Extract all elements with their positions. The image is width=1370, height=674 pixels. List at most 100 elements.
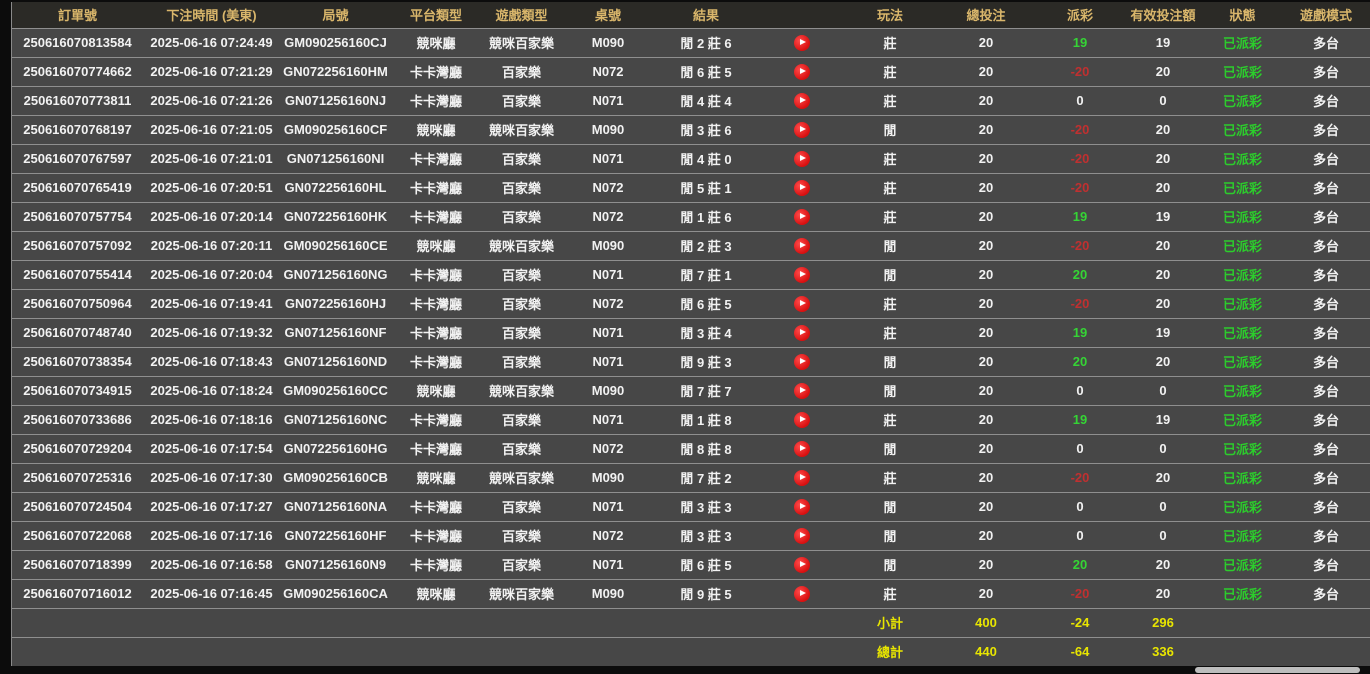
cell-total_bet: 20 — [935, 86, 1037, 115]
cell-mode: 多台 — [1282, 347, 1370, 376]
summary-valid_bet: 296 — [1123, 608, 1203, 637]
cell-valid_bet: 0 — [1123, 521, 1203, 550]
cell-order_id: 250616070722068 — [12, 521, 143, 550]
cell-total_bet: 20 — [935, 57, 1037, 86]
cell-result: 閒 7 莊 7 — [654, 376, 758, 405]
cell-platform: 卡卡灣廳 — [391, 260, 481, 289]
replay-play-icon[interactable] — [794, 557, 810, 573]
replay-play-icon[interactable] — [794, 35, 810, 51]
cell-platform: 卡卡灣廳 — [391, 347, 481, 376]
cell-total_bet: 20 — [935, 260, 1037, 289]
cell-result: 閒 5 莊 1 — [654, 173, 758, 202]
cell-replay — [758, 318, 845, 347]
cell-payout: -20 — [1037, 57, 1123, 86]
replay-play-icon[interactable] — [794, 93, 810, 109]
cell-play: 莊 — [845, 28, 935, 57]
cell-mode: 多台 — [1282, 521, 1370, 550]
replay-play-icon[interactable] — [794, 180, 810, 196]
col-header-mode: 遊戲模式 — [1282, 2, 1370, 28]
replay-play-icon[interactable] — [794, 383, 810, 399]
cell-game_type: 百家樂 — [481, 57, 562, 86]
cell-replay — [758, 28, 845, 57]
replay-play-icon[interactable] — [794, 296, 810, 312]
cell-game_type: 競咪百家樂 — [481, 28, 562, 57]
cell-table_no: N072 — [562, 434, 654, 463]
cell-round_id: GN072256160HJ — [280, 289, 391, 318]
cell-play: 莊 — [845, 463, 935, 492]
replay-play-icon[interactable] — [794, 528, 810, 544]
table-row: 2506160707675972025-06-16 07:21:01GN0712… — [12, 144, 1370, 173]
replay-play-icon[interactable] — [794, 499, 810, 515]
bet-records-panel: 訂單號下注時間 (美東)局號平台類型遊戲類型桌號結果玩法總投注派彩有效投注額狀態… — [11, 2, 1370, 666]
cell-round_id: GN072256160HM — [280, 57, 391, 86]
table-row: 2506160707292042025-06-16 07:17:54GN0722… — [12, 434, 1370, 463]
cell-replay — [758, 57, 845, 86]
replay-play-icon[interactable] — [794, 354, 810, 370]
cell-status: 已派彩 — [1203, 289, 1282, 318]
cell-payout: 19 — [1037, 28, 1123, 57]
replay-play-icon[interactable] — [794, 238, 810, 254]
cell-payout: -20 — [1037, 144, 1123, 173]
replay-play-icon[interactable] — [794, 64, 810, 80]
summary-empty-cell — [481, 637, 562, 666]
cell-replay — [758, 202, 845, 231]
cell-platform: 競咪廳 — [391, 376, 481, 405]
cell-game_type: 競咪百家樂 — [481, 579, 562, 608]
cell-total_bet: 20 — [935, 289, 1037, 318]
cell-status: 已派彩 — [1203, 86, 1282, 115]
summary-empty-cell — [280, 608, 391, 637]
cell-valid_bet: 20 — [1123, 173, 1203, 202]
cell-replay — [758, 376, 845, 405]
table-row: 2506160707554142025-06-16 07:20:04GN0712… — [12, 260, 1370, 289]
cell-order_id: 250616070767597 — [12, 144, 143, 173]
replay-play-icon[interactable] — [794, 412, 810, 428]
replay-play-icon[interactable] — [794, 470, 810, 486]
cell-play: 閒 — [845, 115, 935, 144]
replay-play-icon[interactable] — [794, 151, 810, 167]
cell-play: 閒 — [845, 434, 935, 463]
replay-play-icon[interactable] — [794, 325, 810, 341]
cell-total_bet: 20 — [935, 202, 1037, 231]
cell-total_bet: 20 — [935, 173, 1037, 202]
cell-mode: 多台 — [1282, 173, 1370, 202]
cell-game_type: 競咪百家樂 — [481, 463, 562, 492]
cell-replay — [758, 405, 845, 434]
table-row: 2506160707253162025-06-16 07:17:30GM0902… — [12, 463, 1370, 492]
cell-status: 已派彩 — [1203, 173, 1282, 202]
replay-play-icon[interactable] — [794, 586, 810, 602]
cell-play: 閒 — [845, 492, 935, 521]
cell-replay — [758, 173, 845, 202]
cell-status: 已派彩 — [1203, 434, 1282, 463]
col-header-status: 狀態 — [1203, 2, 1282, 28]
summary-total_bet: 440 — [935, 637, 1037, 666]
col-header-valid_bet: 有效投注額 — [1123, 2, 1203, 28]
replay-play-icon[interactable] — [794, 267, 810, 283]
cell-table_no: N072 — [562, 289, 654, 318]
cell-status: 已派彩 — [1203, 550, 1282, 579]
cell-round_id: GM090256160CJ — [280, 28, 391, 57]
cell-status: 已派彩 — [1203, 492, 1282, 521]
cell-table_no: M090 — [562, 115, 654, 144]
replay-play-icon[interactable] — [794, 209, 810, 225]
summary-empty-cell — [758, 608, 845, 637]
cell-platform: 卡卡灣廳 — [391, 57, 481, 86]
cell-status: 已派彩 — [1203, 202, 1282, 231]
replay-play-icon[interactable] — [794, 122, 810, 138]
cell-play: 閒 — [845, 347, 935, 376]
cell-play: 莊 — [845, 144, 935, 173]
cell-mode: 多台 — [1282, 115, 1370, 144]
cell-payout: 0 — [1037, 434, 1123, 463]
horizontal-scrollbar-thumb[interactable] — [1195, 667, 1360, 673]
table-row: 2506160707738112025-06-16 07:21:26GN0712… — [12, 86, 1370, 115]
cell-total_bet: 20 — [935, 115, 1037, 144]
cell-game_type: 百家樂 — [481, 521, 562, 550]
summary-label: 總計 — [845, 637, 935, 666]
cell-valid_bet: 19 — [1123, 405, 1203, 434]
summary-empty-cell — [1203, 637, 1282, 666]
cell-total_bet: 20 — [935, 144, 1037, 173]
cell-bet_time: 2025-06-16 07:19:32 — [143, 318, 280, 347]
cell-valid_bet: 20 — [1123, 463, 1203, 492]
cell-total_bet: 20 — [935, 347, 1037, 376]
summary-empty-cell — [1282, 637, 1370, 666]
replay-play-icon[interactable] — [794, 441, 810, 457]
